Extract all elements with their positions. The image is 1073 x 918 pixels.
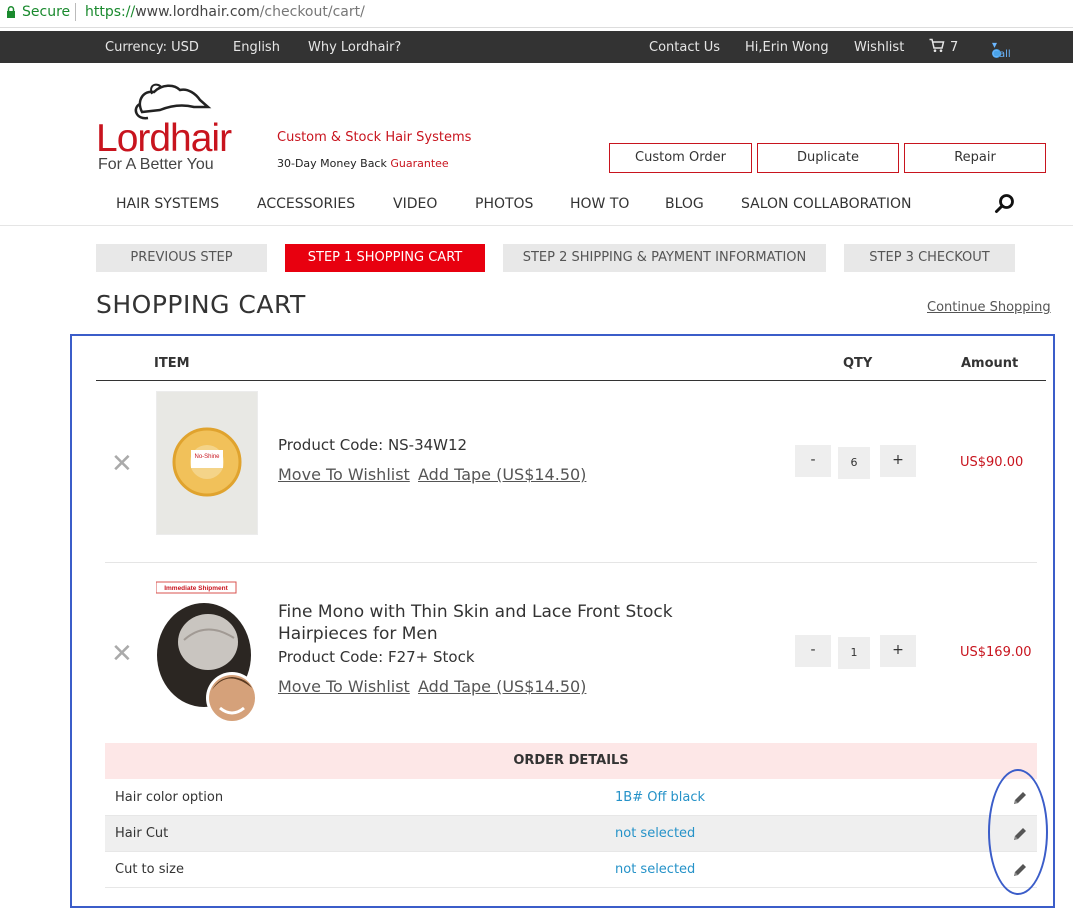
hairpiece-image-icon: Immediate Shipment xyxy=(156,581,258,724)
call-dropdown[interactable]: Call ▾ xyxy=(992,40,1011,60)
secure-label: Secure xyxy=(22,4,71,20)
page-title: SHOPPING CART xyxy=(96,290,306,319)
detail-value: 1B# Off black xyxy=(615,790,706,805)
nav-blog[interactable]: BLOG xyxy=(665,196,704,212)
remove-icon[interactable]: ✕ xyxy=(111,641,133,667)
order-detail-row: Cut to size not selected xyxy=(105,852,1037,888)
duplicate-button[interactable]: Duplicate xyxy=(757,143,899,173)
immediate-shipment-badge: Immediate Shipment xyxy=(164,585,228,592)
custom-order-button[interactable]: Custom Order xyxy=(609,143,752,173)
nav-how-to[interactable]: HOW TO xyxy=(570,196,629,212)
row-divider xyxy=(105,562,1037,563)
detail-label: Hair color option xyxy=(115,790,224,805)
product-code: Product Code: F27+ Stock xyxy=(278,648,475,666)
detail-value: not selected xyxy=(615,862,696,877)
move-to-wishlist-link[interactable]: Move To Wishlist xyxy=(278,465,410,484)
continue-shopping-link[interactable]: Continue Shopping xyxy=(927,300,1051,315)
column-item-header: ITEM xyxy=(154,356,190,371)
cart-count[interactable]: 7 xyxy=(950,40,958,55)
product-thumbnail[interactable]: No-Shine xyxy=(156,391,258,535)
order-detail-row: Hair Cut not selected xyxy=(105,816,1037,852)
detail-label: Hair Cut xyxy=(115,826,169,841)
wishlist-link[interactable]: Wishlist xyxy=(854,40,904,55)
top-utility-bar: Currency: USD English Why Lordhair? Cont… xyxy=(0,31,1073,63)
language-selector[interactable]: English xyxy=(233,40,280,55)
url-text[interactable]: https://www.lordhair.com/checkout/cart/ xyxy=(85,4,365,20)
highlight-ellipse xyxy=(988,769,1048,895)
previous-step-button[interactable]: PREVIOUS STEP xyxy=(96,244,267,272)
logo-tagline: For A Better You xyxy=(98,156,214,173)
nav-salon-collaboration[interactable]: SALON COLLABORATION xyxy=(741,196,911,212)
line-amount: US$90.00 xyxy=(960,455,1024,470)
line-amount: US$169.00 xyxy=(960,645,1032,660)
account-greeting[interactable]: Hi,Erin Wong xyxy=(745,40,829,55)
header-divider xyxy=(96,380,1046,381)
column-qty-header: QTY xyxy=(843,356,873,371)
tape-brand-label: No-Shine xyxy=(194,454,220,460)
step-3-checkout[interactable]: STEP 3 CHECKOUT xyxy=(844,244,1015,272)
move-to-wishlist-link[interactable]: Move To Wishlist xyxy=(278,677,410,696)
qty-increase-button[interactable]: + xyxy=(880,635,916,667)
product-name-line-2[interactable]: Hairpieces for Men xyxy=(278,624,438,644)
remove-icon[interactable]: ✕ xyxy=(111,451,133,477)
detail-value: not selected xyxy=(615,826,696,841)
step-1-shopping-cart[interactable]: STEP 1 SHOPPING CART xyxy=(285,244,485,272)
product-code: Product Code: NS-34W12 xyxy=(278,436,468,454)
repair-button[interactable]: Repair xyxy=(904,143,1046,173)
qty-decrease-button[interactable]: - xyxy=(795,635,831,667)
address-bar[interactable]: Secure https://www.lordhair.com/checkout… xyxy=(0,0,1073,28)
add-tape-link[interactable]: Add Tape (US$14.50) xyxy=(418,465,586,484)
order-detail-row: Hair color option 1B# Off black xyxy=(105,780,1037,816)
qty-input[interactable]: 6 xyxy=(838,447,870,479)
nav-video[interactable]: VIDEO xyxy=(393,196,437,212)
qty-input[interactable]: 1 xyxy=(838,637,870,669)
column-amount-header: Amount xyxy=(961,356,1019,371)
logo-wordmark[interactable]: Lordhair xyxy=(96,117,232,161)
nav-accessories[interactable]: ACCESSORIES xyxy=(257,196,355,212)
product-name-line-1[interactable]: Fine Mono with Thin Skin and Lace Front … xyxy=(278,602,673,622)
cart-icon[interactable] xyxy=(929,38,945,53)
step-2-shipping-payment[interactable]: STEP 2 SHIPPING & PAYMENT INFORMATION xyxy=(503,244,826,272)
search-icon[interactable] xyxy=(994,193,1016,215)
order-details-heading: ORDER DETAILS xyxy=(105,743,1037,779)
add-tape-link[interactable]: Add Tape (US$14.50) xyxy=(418,677,586,696)
nav-hair-systems[interactable]: HAIR SYSTEMS xyxy=(116,196,219,212)
tape-roll-icon: No-Shine xyxy=(157,392,257,534)
main-nav: HAIR SYSTEMS ACCESSORIES VIDEO PHOTOS HO… xyxy=(0,192,1073,226)
product-thumbnail[interactable]: Immediate Shipment xyxy=(156,580,258,726)
qty-increase-button[interactable]: + xyxy=(880,445,916,477)
nav-photos[interactable]: PHOTOS xyxy=(475,196,533,212)
qty-decrease-button[interactable]: - xyxy=(795,445,831,477)
lock-icon xyxy=(7,6,15,18)
address-divider xyxy=(75,3,76,21)
detail-label: Cut to size xyxy=(115,862,184,877)
why-lordhair-link[interactable]: Why Lordhair? xyxy=(308,40,401,55)
money-back-guarantee: 30-Day Money Back Guarantee xyxy=(277,157,449,170)
currency-selector[interactable]: Currency: USD xyxy=(105,40,199,55)
header-tagline: Custom & Stock Hair Systems xyxy=(277,130,472,145)
contact-us-link[interactable]: Contact Us xyxy=(649,40,720,55)
